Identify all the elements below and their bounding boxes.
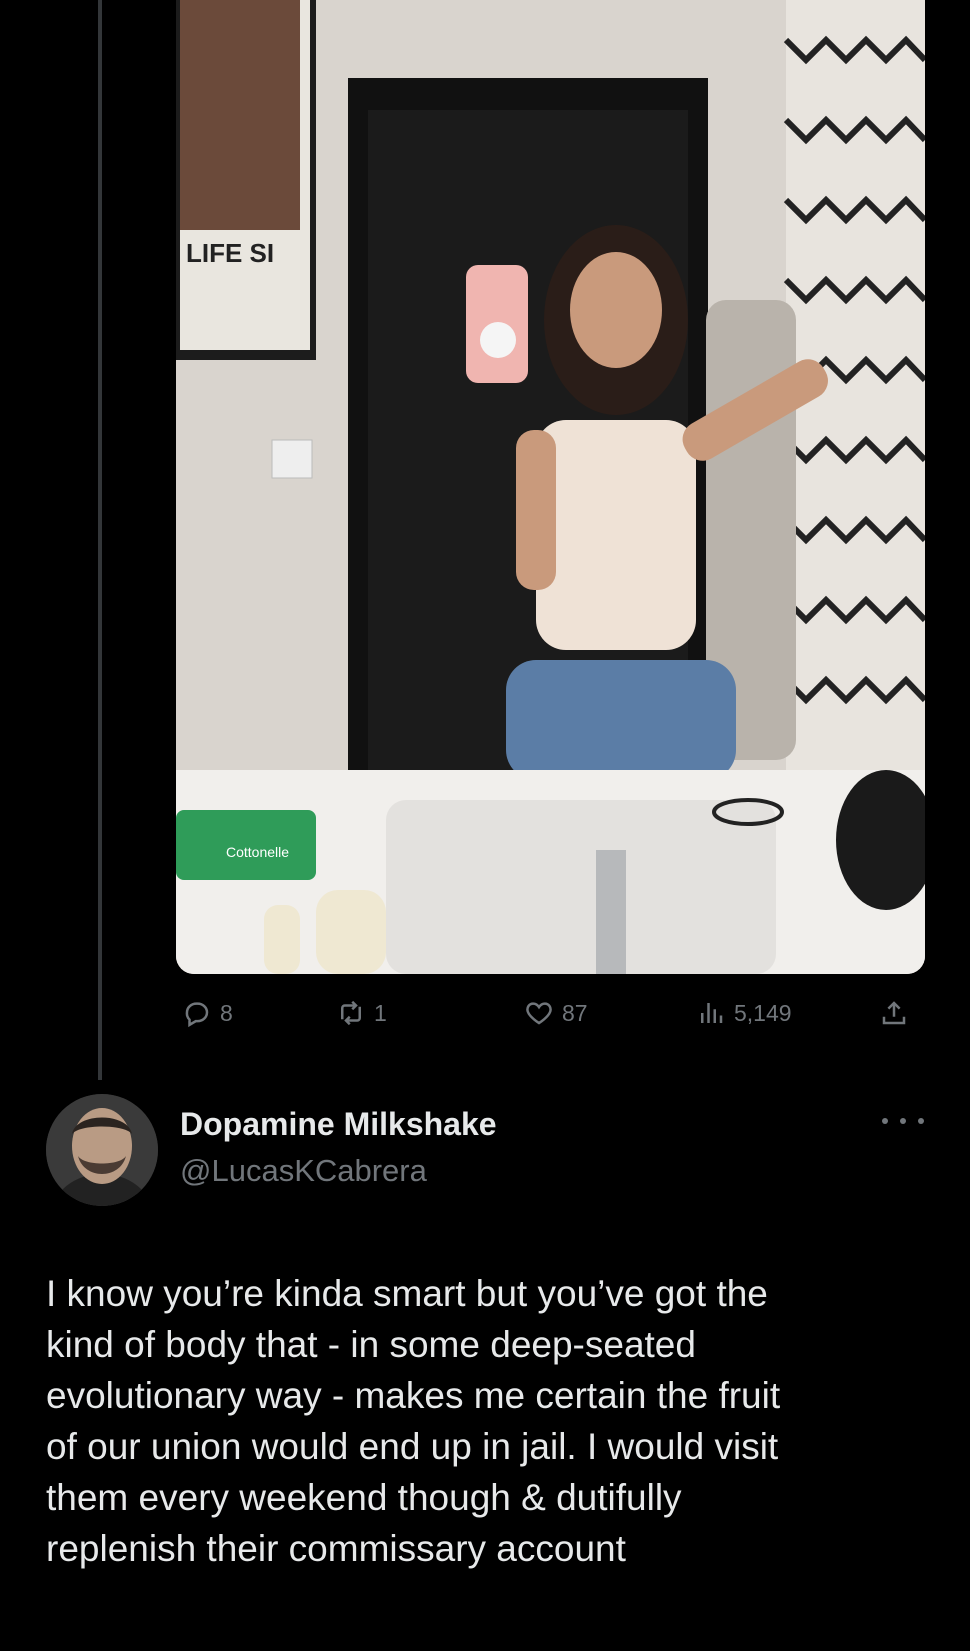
repost-button[interactable]: 1 (336, 998, 387, 1028)
poster-title: LIFE SI (186, 238, 274, 268)
tweet-text-line: of our union would end up in jail. I wou… (46, 1426, 779, 1467)
thread-connector-line (98, 0, 102, 1080)
tweet-media-image[interactable]: LIFE SI Cottonelle (176, 0, 925, 974)
tweet-action-bar: 8 1 87 5,149 (176, 994, 925, 1034)
tweet-text-line: evolutionary way - makes me certain the … (46, 1375, 781, 1416)
reply-count: 8 (220, 999, 233, 1026)
share-upload-icon (882, 1001, 906, 1025)
author-handle[interactable]: @LucasKCabrera (180, 1153, 427, 1189)
like-button[interactable]: 87 (524, 998, 588, 1028)
wipes-brand-label: Cottonelle (226, 844, 289, 860)
repost-count: 1 (374, 999, 387, 1026)
profile-photo (46, 1094, 158, 1206)
more-options-button[interactable] (882, 1106, 924, 1136)
heart-icon (526, 1002, 552, 1025)
repost-arrows-icon (341, 1000, 361, 1026)
views-button[interactable]: 5,149 (696, 998, 792, 1028)
mirror-selfie-photo: LIFE SI Cottonelle (176, 0, 925, 974)
tweet-text: I know you’re kinda smart but you’ve got… (46, 1268, 926, 1574)
avatar[interactable] (46, 1094, 158, 1206)
ellipsis-icon (900, 1118, 906, 1124)
speech-bubble-icon (185, 1002, 209, 1028)
tweet-text-line: replenish their commissary account (46, 1528, 626, 1569)
ellipsis-icon (882, 1118, 888, 1124)
views-count: 5,149 (734, 999, 792, 1026)
share-button[interactable] (879, 998, 909, 1028)
tweet-text-line: I know you’re kinda smart but you’ve got… (46, 1273, 768, 1314)
tweet-text-line: kind of body that - in some deep-seated (46, 1324, 696, 1365)
reply-button[interactable]: 8 (182, 998, 233, 1028)
like-count: 87 (562, 999, 588, 1026)
tweet-text-line: them every weekend though & dutifully (46, 1477, 682, 1518)
ellipsis-icon (918, 1118, 924, 1124)
bar-chart-icon (701, 1003, 723, 1023)
author-display-name[interactable]: Dopamine Milkshake (180, 1106, 497, 1143)
